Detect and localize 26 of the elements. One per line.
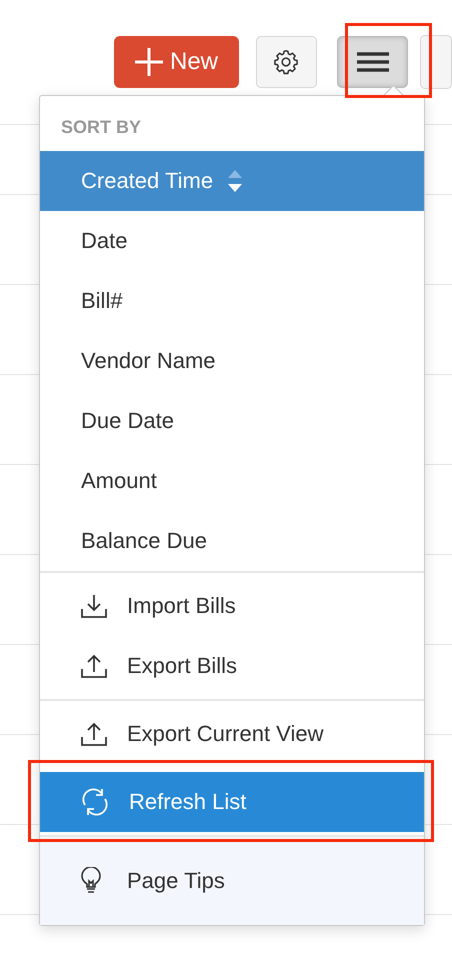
sort-option[interactable]: Date [40, 211, 424, 271]
sort-option[interactable]: Created Time [40, 151, 424, 211]
sort-option[interactable]: Balance Due [40, 511, 424, 571]
download-icon [81, 593, 107, 619]
settings-icon [272, 48, 300, 76]
plus-icon [134, 47, 164, 77]
menu-item[interactable]: Export Current View [40, 704, 424, 764]
upload-icon [81, 653, 107, 679]
menu-item[interactable]: Page Tips [40, 835, 424, 925]
sort-option[interactable]: Bill# [40, 271, 424, 331]
sort-option[interactable]: Vendor Name [40, 331, 424, 391]
refresh-icon [81, 788, 109, 816]
sort-option[interactable]: Amount [40, 451, 424, 511]
menu-item[interactable]: Export Bills [40, 636, 424, 696]
menu-item[interactable]: Refresh List [40, 772, 424, 832]
menu-icon [356, 51, 388, 73]
new-button[interactable]: New [114, 36, 239, 88]
lightbulb-icon [81, 867, 101, 895]
section-heading: SORT BY [60, 116, 142, 139]
sort-icon [227, 169, 244, 193]
toolbar-button[interactable] [420, 35, 452, 89]
menu-item[interactable]: Import Bills [40, 576, 424, 636]
settings-button[interactable] [256, 36, 317, 88]
menu-button[interactable] [337, 36, 408, 88]
upload-icon [81, 721, 107, 747]
sort-option[interactable]: Due Date [40, 391, 424, 451]
